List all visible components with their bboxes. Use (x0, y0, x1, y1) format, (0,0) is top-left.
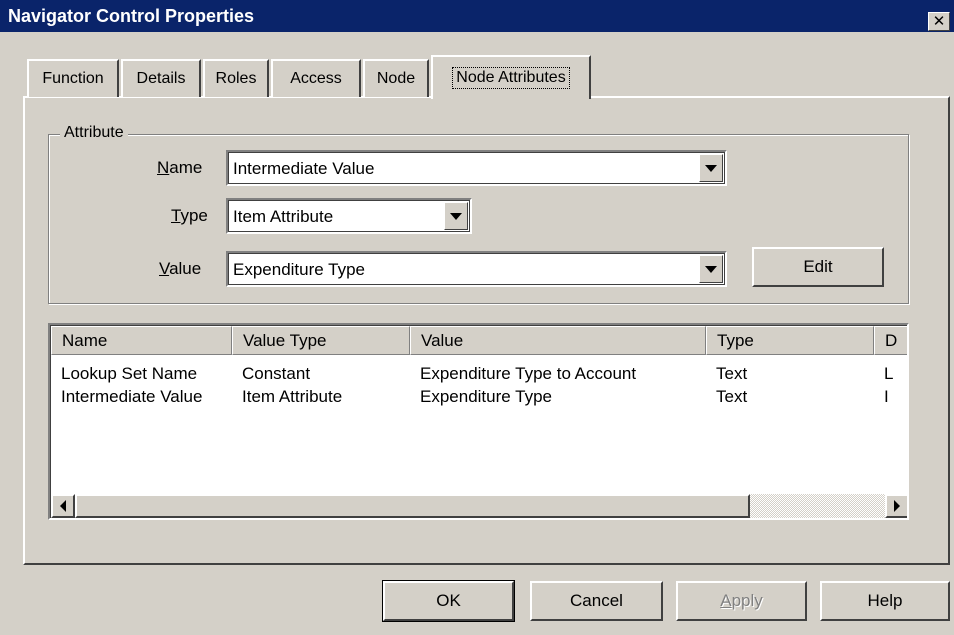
table-cell[interactable]: L (874, 364, 907, 384)
table-cell[interactable]: Lookup Set Name (51, 364, 232, 384)
value-dropdown-button[interactable] (699, 255, 723, 283)
tab-function-label: Function (42, 70, 104, 87)
arrow-left-icon (60, 500, 66, 512)
table-cell[interactable]: Constant (232, 364, 410, 384)
column-header-value-type[interactable]: Value Type (232, 326, 410, 355)
help-button-label: Help (867, 591, 903, 610)
tab-details[interactable]: Details (121, 59, 201, 97)
edit-button[interactable]: Edit (752, 247, 884, 287)
horizontal-scrollbar[interactable] (51, 494, 907, 518)
cancel-button-label: Cancel (570, 591, 623, 610)
column-header-type[interactable]: Type (706, 326, 874, 355)
table-cell[interactable]: Intermediate Value (51, 387, 232, 407)
tab-access-label: Access (290, 70, 342, 87)
table-cell[interactable]: Expenditure Type to Account (410, 364, 706, 384)
table-cell[interactable]: Item Attribute (232, 387, 410, 407)
ok-button-label: OK (436, 591, 461, 610)
type-label: Type (171, 206, 208, 225)
column-header-name[interactable]: Name (51, 326, 232, 355)
tab-function[interactable]: Function (27, 59, 119, 97)
tab-node[interactable]: Node (363, 59, 429, 97)
name-dropdown[interactable]: Intermediate Value (226, 150, 727, 186)
chevron-down-icon (705, 265, 717, 273)
edit-button-label: Edit (803, 257, 833, 276)
column-header-d[interactable]: D (874, 326, 907, 355)
table-cell[interactable]: Text (706, 387, 874, 407)
tab-access[interactable]: Access (271, 59, 361, 97)
attributes-table[interactable]: Name Value Type Value Type D Lookup Set … (48, 323, 909, 520)
tab-node-label: Node (376, 70, 416, 87)
tab-details-label: Details (136, 70, 186, 87)
scroll-left-button[interactable] (51, 494, 75, 518)
ok-button[interactable]: OK (382, 580, 515, 622)
apply-button-label: Apply (720, 591, 763, 610)
apply-button[interactable]: Apply (676, 581, 807, 621)
chevron-down-icon (450, 212, 462, 220)
attribute-group-title: Attribute (60, 124, 128, 142)
column-header-value[interactable]: Value (410, 326, 706, 355)
help-button[interactable]: Help (820, 581, 950, 621)
tab-node-attributes-label: Node Attributes (452, 67, 570, 89)
type-dropdown[interactable]: Item Attribute (226, 198, 472, 234)
chevron-down-icon (705, 164, 717, 172)
table-cell[interactable]: Text (706, 364, 874, 384)
name-dropdown-button[interactable] (699, 154, 723, 182)
value-dropdown[interactable]: Expenditure Type (226, 251, 727, 287)
value-dropdown-value: Expenditure Type (233, 260, 365, 279)
cancel-button[interactable]: Cancel (530, 581, 663, 621)
name-dropdown-value: Intermediate Value (233, 159, 375, 178)
close-icon: ✕ (932, 13, 946, 30)
name-label: Name (157, 158, 203, 177)
tab-roles-label: Roles (215, 70, 257, 87)
table-cell[interactable]: I (874, 387, 907, 407)
window-title: Navigator Control Properties (8, 6, 255, 26)
scrollbar-thumb[interactable] (75, 494, 750, 518)
tab-node-attributes[interactable]: Node Attributes (431, 55, 591, 99)
close-button[interactable]: ✕ (928, 12, 950, 31)
tab-roles[interactable]: Roles (203, 59, 269, 97)
table-cell[interactable]: Expenditure Type (410, 387, 706, 407)
value-label: Value (159, 259, 202, 278)
type-dropdown-value: Item Attribute (233, 207, 334, 226)
type-dropdown-button[interactable] (444, 202, 468, 230)
arrow-right-icon (894, 500, 900, 512)
scroll-right-button[interactable] (885, 494, 907, 518)
